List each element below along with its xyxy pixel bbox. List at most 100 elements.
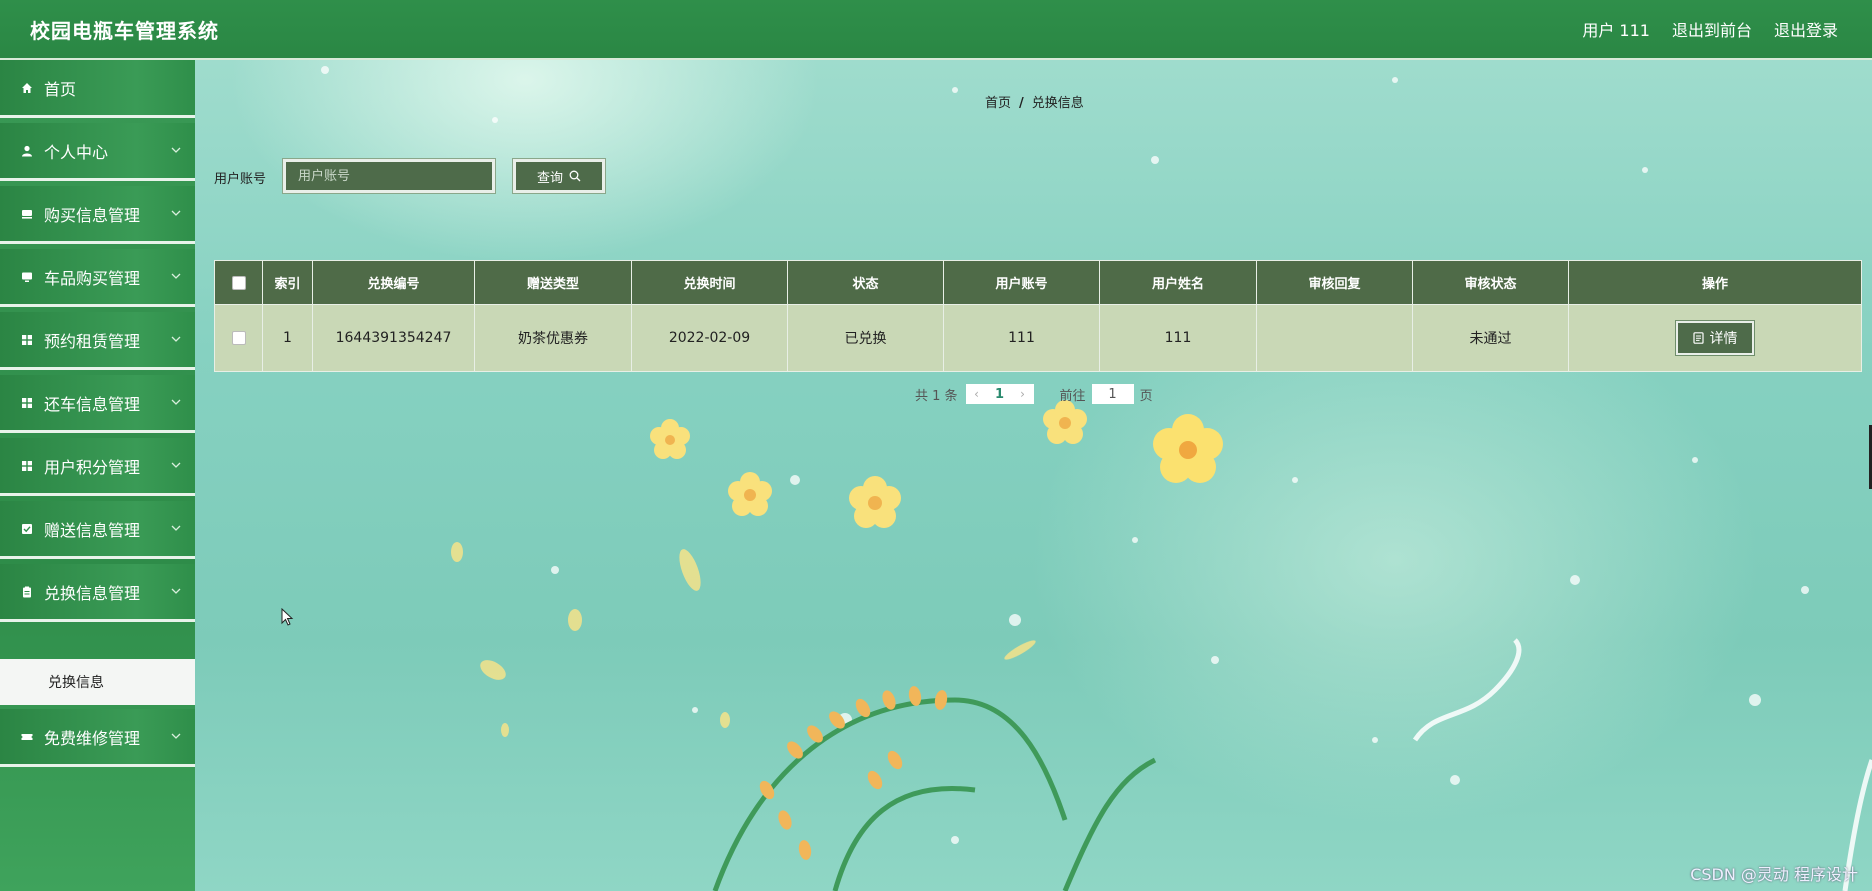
- col-header: 索引: [262, 260, 313, 305]
- main-content: 首页 / 兑换信息 用户账号 查询 索引 兑换编号 赠送类型 兑换时间 状态 用户账…: [195, 60, 1872, 891]
- cell-actions: 详情: [1568, 304, 1862, 372]
- cell-name: 111: [1099, 304, 1257, 372]
- col-header: 赠送类型: [474, 260, 632, 305]
- clipboard-icon: [20, 585, 34, 599]
- checkbox-icon: [20, 522, 34, 536]
- chevron-down-icon: [171, 336, 181, 342]
- current-user: 用户 111: [1582, 21, 1650, 40]
- page-number-current[interactable]: 1: [988, 387, 1012, 402]
- chevron-down-icon: [171, 273, 181, 279]
- col-header: 操作: [1568, 260, 1862, 305]
- chevron-down-icon: [171, 210, 181, 216]
- page-suffix: 页: [1139, 388, 1153, 404]
- sidebar-subitem-exchange-info[interactable]: 兑换信息: [0, 659, 195, 705]
- sidebar-item-label: 车品购买管理: [44, 268, 141, 288]
- table-row: 1 1644391354247 奶茶优惠券 2022-02-09 已兑换 111…: [214, 304, 1862, 372]
- col-header: 状态: [787, 260, 944, 305]
- cell-index: 1: [262, 304, 313, 372]
- cell-gift-type: 奶茶优惠券: [474, 304, 632, 372]
- pagination: 共 1 条 ‹ 1 › 前往 1 页: [915, 384, 1153, 404]
- sidebar-item-return-info[interactable]: 还车信息管理: [0, 375, 195, 433]
- select-all-checkbox[interactable]: [231, 275, 246, 290]
- chevron-down-icon: [171, 733, 181, 739]
- breadcrumb-current: 兑换信息: [1031, 96, 1084, 111]
- account-search-input[interactable]: [282, 158, 496, 194]
- app-title: 校园电瓶车管理系统: [30, 18, 219, 43]
- col-header: 审核回复: [1256, 260, 1413, 305]
- chevron-down-icon: [171, 462, 181, 468]
- chevron-down-icon: [171, 588, 181, 594]
- cell-status: 已兑换: [787, 304, 944, 372]
- breadcrumb-home[interactable]: 首页: [985, 96, 1011, 111]
- cell-exchange-time: 2022-02-09: [631, 304, 788, 372]
- table-header-row: 索引 兑换编号 赠送类型 兑换时间 状态 用户账号 用户姓名 审核回复 审核状态…: [214, 260, 1862, 305]
- sidebar-item-gift-info[interactable]: 赠送信息管理: [0, 501, 195, 559]
- grid-icon: [20, 333, 34, 347]
- sidebar-item-label: 预约租赁管理: [44, 331, 141, 351]
- logout-link[interactable]: 退出登录: [1774, 17, 1838, 41]
- goto-label: 前往: [1059, 388, 1086, 404]
- select-all-cell: [214, 260, 263, 305]
- search-icon: [569, 170, 581, 182]
- home-icon: [20, 81, 34, 95]
- goto-page-input[interactable]: 1: [1091, 384, 1134, 404]
- chevron-down-icon: [171, 525, 181, 531]
- sidebar-item-label: 购买信息管理: [44, 205, 141, 225]
- sidebar-item-label: 兑换信息管理: [44, 583, 141, 603]
- sidebar-item-rental-booking[interactable]: 预约租赁管理: [0, 312, 195, 370]
- header-actions: 用户 111 退出到前台 退出登录: [1582, 17, 1838, 41]
- top-header: 校园电瓶车管理系统 用户 111 退出到前台 退出登录: [0, 0, 1872, 60]
- cell-account: 111: [943, 304, 1100, 372]
- cell-review-status: 未通过: [1412, 304, 1569, 372]
- cell-reply: [1256, 304, 1413, 372]
- search-label: 用户账号: [214, 172, 267, 187]
- breadcrumb: 首页 / 兑换信息: [985, 92, 1084, 111]
- next-page-button[interactable]: ›: [1012, 387, 1034, 401]
- sidebar-item-label: 用户积分管理: [44, 457, 141, 477]
- sidebar-item-personal-center[interactable]: 个人中心: [0, 123, 195, 181]
- flower-decor: [650, 400, 1223, 528]
- col-header: 用户姓名: [1099, 260, 1257, 305]
- prev-page-button[interactable]: ‹: [966, 387, 988, 401]
- cell-exchange-no: 1644391354247: [312, 304, 475, 372]
- chevron-down-icon: [171, 147, 181, 153]
- sidebar-item-label: 赠送信息管理: [44, 520, 141, 540]
- sidebar-subitem-label: 兑换信息: [48, 675, 104, 691]
- col-header: 用户账号: [943, 260, 1100, 305]
- chevron-down-icon: [171, 399, 181, 405]
- query-button-label: 查询: [536, 170, 563, 186]
- breadcrumb-separator: /: [1019, 96, 1024, 111]
- sidebar-item-car-purchase[interactable]: 车品购买管理: [0, 249, 195, 307]
- col-header: 兑换时间: [631, 260, 788, 305]
- col-header: 兑换编号: [312, 260, 475, 305]
- sidebar-item-label: 首页: [44, 79, 77, 99]
- user-icon: [20, 144, 34, 158]
- detail-button-label: 详情: [1709, 331, 1738, 347]
- sidebar-item-free-repair[interactable]: 免费维修管理: [0, 709, 195, 767]
- grid-icon: [20, 396, 34, 410]
- mouse-cursor-icon: [281, 608, 294, 626]
- col-header: 审核状态: [1412, 260, 1569, 305]
- sidebar-item-label: 个人中心: [44, 142, 109, 162]
- sidebar-item-home[interactable]: 首页: [0, 60, 195, 118]
- sidebar-item-exchange-info[interactable]: 兑换信息管理: [0, 564, 195, 622]
- menu-icon: [20, 207, 34, 221]
- back-to-front-link[interactable]: 退出到前台: [1672, 17, 1752, 41]
- row-select-cell: [214, 304, 263, 372]
- grass-decor: [712, 697, 1157, 891]
- sidebar-item-user-points[interactable]: 用户积分管理: [0, 438, 195, 496]
- pagination-total: 共 1 条: [915, 388, 958, 404]
- exchange-table: 索引 兑换编号 赠送类型 兑换时间 状态 用户账号 用户姓名 审核回复 审核状态…: [214, 260, 1862, 372]
- sidebar: 首页 个人中心 购买信息管理 车品购买管理 预约租赁管理 还车信息管理 用户积分…: [0, 60, 195, 891]
- grid-icon: [20, 459, 34, 473]
- sidebar-item-label: 免费维修管理: [44, 728, 141, 748]
- detail-button[interactable]: 详情: [1675, 320, 1755, 356]
- watermark-text: CSDN @灵动 程序设计: [1690, 865, 1858, 884]
- sidebar-item-purchase-info[interactable]: 购买信息管理: [0, 186, 195, 244]
- row-checkbox[interactable]: [231, 331, 246, 345]
- query-button[interactable]: 查询: [512, 158, 606, 194]
- sidebar-item-label: 还车信息管理: [44, 394, 141, 414]
- ticket-icon: [20, 730, 34, 744]
- monitor-icon: [20, 270, 34, 284]
- document-icon: [1692, 332, 1704, 344]
